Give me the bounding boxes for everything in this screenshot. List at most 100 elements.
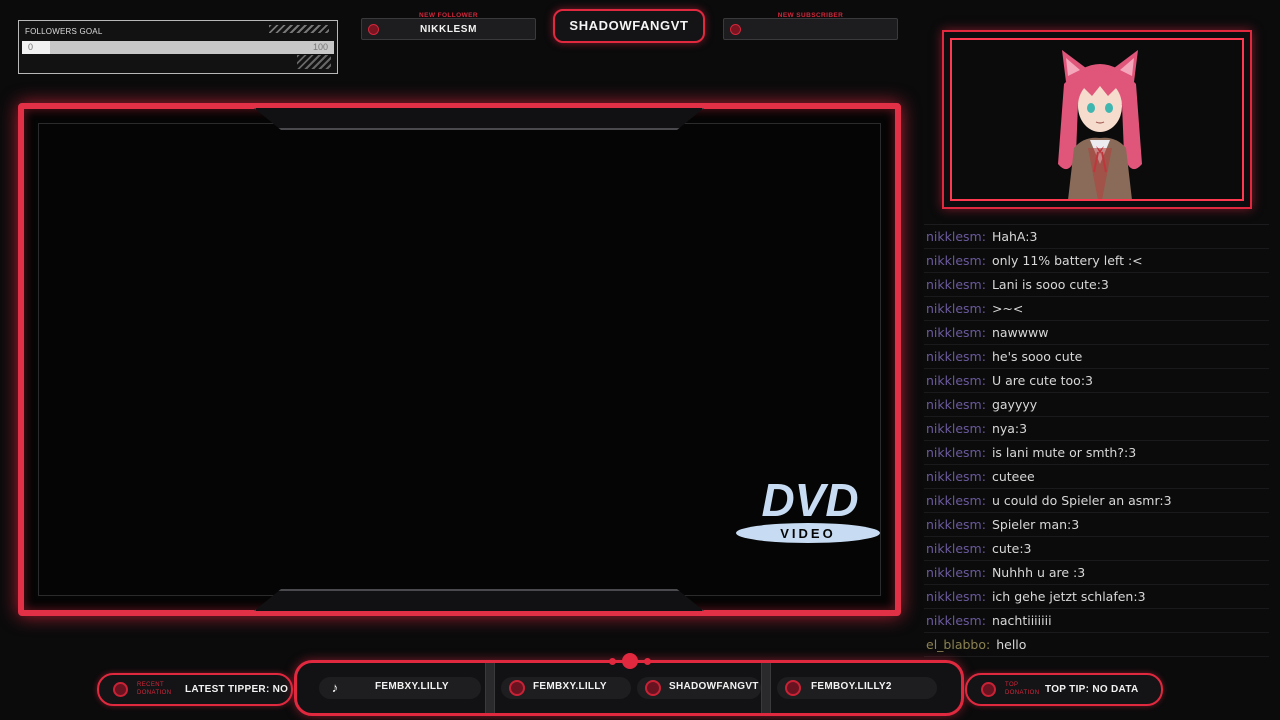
chat-text: u could do Spieler an asmr:3	[991, 493, 1172, 508]
chat-username: nikklesm	[926, 397, 982, 412]
chat-message: nikklesm: u could do Spieler an asmr:3	[924, 489, 1269, 513]
social-separator	[485, 663, 495, 713]
social-separator	[761, 663, 771, 713]
chat-message: nikklesm: Nuhhh u are :3	[924, 561, 1269, 585]
chat-message: nikklesm: cute:3	[924, 537, 1269, 561]
tiktok-icon: ♪	[327, 680, 343, 696]
instagram-icon	[509, 680, 525, 696]
chat-message: nikklesm: nya:3	[924, 417, 1269, 441]
followers-goal-widget: FOLLOWERS GOAL 0 100	[18, 20, 338, 74]
dvd-logo-text: DVD	[761, 474, 858, 526]
chat-message: nikklesm: cuteee	[924, 465, 1269, 489]
chat-message: nikklesm: is lani mute or smth?:3	[924, 441, 1269, 465]
chat-username: nikklesm	[926, 253, 982, 268]
dvd-video-logo: DVD VIDEO	[736, 474, 880, 543]
chat-text: HahA:3	[991, 229, 1038, 244]
new-subscriber-label: NEW SUBSCRIBER	[777, 12, 844, 19]
chat-text: nawwww	[991, 325, 1049, 340]
chat-username: nikklesm	[926, 301, 982, 316]
chat-username: nikklesm	[926, 325, 982, 340]
chat-message: nikklesm: Spieler man:3	[924, 513, 1269, 537]
chat-text: U are cute too:3	[991, 373, 1093, 388]
record-dot-icon	[981, 682, 996, 697]
chat-username: nikklesm	[926, 277, 982, 292]
chat-message: nikklesm: he's sooo cute	[924, 345, 1269, 369]
chat-username: nikklesm	[926, 517, 982, 532]
social-tiktok-label: FEMBXY.LILLY	[375, 681, 449, 692]
camera-view	[950, 38, 1244, 201]
followers-goal-current: 0	[28, 42, 34, 52]
chat-text: gayyyy	[991, 397, 1038, 412]
chat-text: is lani mute or smth?:3	[991, 445, 1137, 460]
chat-text: only 11% battery left :<	[991, 253, 1143, 268]
chat-username: nikklesm	[926, 373, 982, 388]
top-donation-label: TOP DONATION	[1005, 682, 1040, 696]
chat-message: nikklesm: U are cute too:3	[924, 369, 1269, 393]
chat-username: nikklesm	[926, 613, 982, 628]
chat-text: he's sooo cute	[991, 349, 1083, 364]
chat-text: Spieler man:3	[991, 517, 1080, 532]
chat-text: nachtiiiiiii	[991, 613, 1052, 628]
chat-username: nikklesm	[926, 541, 982, 556]
new-follower-label: NEW FOLLOWER	[419, 12, 478, 19]
camera-frame	[942, 30, 1252, 209]
chat-message: nikklesm: nachtiiiiiii	[924, 609, 1269, 633]
decorative-dots	[609, 653, 653, 669]
chat-text: cuteee	[991, 469, 1035, 484]
top-tip-text: TOP TIP: NO DATA	[1045, 684, 1139, 695]
followers-goal-bar: 0 100	[22, 41, 334, 54]
new-follower-widget: NEW FOLLOWER NIKKLESM	[361, 12, 536, 40]
chat-message: nikklesm: nawwww	[924, 321, 1269, 345]
chat-text: Nuhhh u are :3	[991, 565, 1086, 580]
chat-text: Lani is sooo cute:3	[991, 277, 1109, 292]
chat-message: el_blabbo: hello	[924, 633, 1269, 657]
chat-text: >~<	[991, 301, 1024, 316]
social-tiktok[interactable]: ♪ FEMBXY.LILLY	[319, 677, 481, 699]
chat-message: nikklesm: only 11% battery left :<	[924, 249, 1269, 273]
record-dot-icon	[730, 24, 741, 35]
chat-text: nya:3	[991, 421, 1028, 436]
chat-message: nikklesm: ich gehe jetzt schlafen:3	[924, 585, 1269, 609]
chat-message: nikklesm: gayyyy	[924, 393, 1269, 417]
chat-panel: nikklesm: HahA:3 nikklesm: only 11% battery…	[924, 224, 1269, 658]
chat-username: nikklesm	[926, 349, 982, 364]
chat-username: nikklesm	[926, 565, 982, 580]
twitter-icon	[785, 680, 801, 696]
vtuber-avatar	[1058, 50, 1142, 199]
chat-username: nikklesm	[926, 229, 982, 244]
socials-bar: ♪ FEMBXY.LILLY FEMBXY.LILLY SHADOWFANGVT…	[294, 653, 964, 716]
social-youtube-label: SHADOWFANGVT	[669, 681, 759, 692]
chat-username: nikklesm	[926, 469, 982, 484]
chat-text: hello	[996, 637, 1027, 652]
followers-goal-title: FOLLOWERS GOAL	[25, 27, 103, 36]
chat-username: nikklesm	[926, 421, 982, 436]
recent-donation-label: RECENT DONATION	[137, 682, 172, 696]
followers-goal-max: 100	[312, 42, 328, 52]
chat-text: cute:3	[991, 541, 1032, 556]
frame-notch-top	[254, 108, 704, 130]
new-subscriber-widget: NEW SUBSCRIBER	[723, 12, 898, 40]
youtube-icon	[645, 680, 661, 696]
chat-username: nikklesm	[926, 589, 982, 604]
latest-tipper-text: LATEST TIPPER: NO	[185, 684, 289, 695]
chat-username: nikklesm	[926, 493, 982, 508]
social-instagram-label: FEMBXY.LILLY	[533, 681, 607, 692]
channel-name: SHADOWFANGVT	[553, 9, 705, 43]
dvd-logo-subtext: VIDEO	[780, 526, 835, 541]
chat-message: nikklesm: Lani is sooo cute:3	[924, 273, 1269, 297]
frame-notch-bottom	[254, 589, 704, 611]
social-youtube[interactable]: SHADOWFANGVT	[637, 677, 761, 699]
chat-username: el_blabbo	[926, 637, 986, 652]
goal-decoration	[269, 25, 329, 33]
followers-goal-fill	[22, 41, 51, 54]
chat-message: nikklesm: HahA:3	[924, 225, 1269, 249]
social-instagram[interactable]: FEMBXY.LILLY	[501, 677, 631, 699]
chat-message: nikklesm: >~<	[924, 297, 1269, 321]
top-donation-widget: TOP DONATION TOP TIP: NO DATA	[965, 673, 1163, 706]
recent-donation-widget: RECENT DONATION LATEST TIPPER: NO	[97, 673, 293, 706]
new-follower-value: NIKKLESM	[419, 24, 478, 35]
chat-username: nikklesm	[926, 445, 982, 460]
social-twitter[interactable]: FEMBOY.LILLY2	[777, 677, 937, 699]
chat-text: ich gehe jetzt schlafen:3	[991, 589, 1146, 604]
record-dot-icon	[113, 682, 128, 697]
